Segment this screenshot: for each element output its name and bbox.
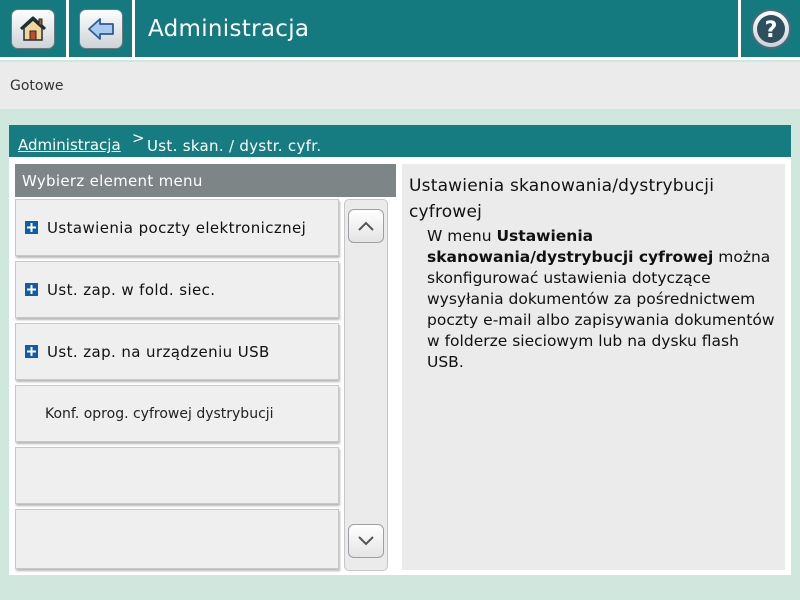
help-icon: ? bbox=[750, 8, 791, 49]
menu-header: Wybierz element menu bbox=[15, 164, 396, 197]
menu-item-usb-storage[interactable]: Ust. zap. na urządzeniu USB bbox=[15, 323, 339, 380]
top-bar: Administracja ? bbox=[0, 0, 800, 60]
menu-item-label: Konf. oprog. cyfrowej dystrybucji bbox=[45, 405, 274, 422]
home-icon bbox=[11, 8, 55, 49]
menu-item-empty bbox=[15, 447, 339, 504]
menu-item-label: Ust. zap. na urządzeniu USB bbox=[47, 342, 270, 361]
help-text-pre: W menu bbox=[427, 227, 497, 245]
breadcrumb-current: Ust. skan. / dystr. cyfr. bbox=[147, 137, 322, 155]
scroll-up-button[interactable] bbox=[348, 209, 384, 243]
menu-item-network-folder[interactable]: Ust. zap. w fold. siec. bbox=[15, 261, 339, 318]
breadcrumb-separator: > bbox=[132, 129, 145, 147]
expand-plus-icon bbox=[25, 345, 38, 358]
chevron-down-icon bbox=[358, 536, 374, 546]
menu-item-empty bbox=[15, 509, 339, 569]
page-title: Administracja bbox=[148, 15, 310, 42]
menu-item-digital-sending-config[interactable]: Konf. oprog. cyfrowej dystrybucji bbox=[15, 385, 339, 442]
menu-item-email-settings[interactable]: Ustawienia poczty elektronicznej bbox=[15, 199, 339, 256]
expand-plus-icon bbox=[25, 221, 38, 234]
help-title: Ustawienia skanowania/dystrybucji cyfrow… bbox=[409, 176, 715, 222]
status-text: Gotowe bbox=[10, 77, 64, 94]
scrollbar[interactable] bbox=[344, 199, 388, 571]
home-button[interactable] bbox=[0, 0, 66, 57]
breadcrumb: Administracja > Ust. skan. / dystr. cyfr… bbox=[9, 125, 791, 157]
help-text-post: można skonfigurować ustawienia dotyczące… bbox=[427, 248, 775, 371]
help-panel: Ustawienia skanowania/dystrybucji cyfrow… bbox=[402, 164, 785, 570]
title-area: Administracja bbox=[135, 0, 738, 57]
help-button[interactable]: ? bbox=[741, 0, 800, 57]
menu-header-label: Wybierz element menu bbox=[22, 171, 203, 190]
help-text: W menu Ustawienia skanowania/dystrybucji… bbox=[427, 226, 777, 373]
menu-item-label: Ustawienia poczty elektronicznej bbox=[47, 218, 307, 237]
breadcrumb-link-administracja[interactable]: Administracja bbox=[18, 136, 121, 154]
main-panel: Administracja > Ust. skan. / dystr. cyfr… bbox=[9, 125, 791, 575]
menu-item-label: Ust. zap. w fold. siec. bbox=[47, 280, 216, 299]
expand-plus-icon bbox=[25, 283, 38, 296]
back-arrow-icon bbox=[78, 8, 123, 49]
scroll-down-button[interactable] bbox=[348, 524, 384, 558]
chevron-up-icon bbox=[358, 221, 374, 231]
back-button[interactable] bbox=[69, 0, 132, 57]
svg-text:?: ? bbox=[764, 18, 777, 43]
status-bar: Gotowe bbox=[0, 62, 800, 109]
